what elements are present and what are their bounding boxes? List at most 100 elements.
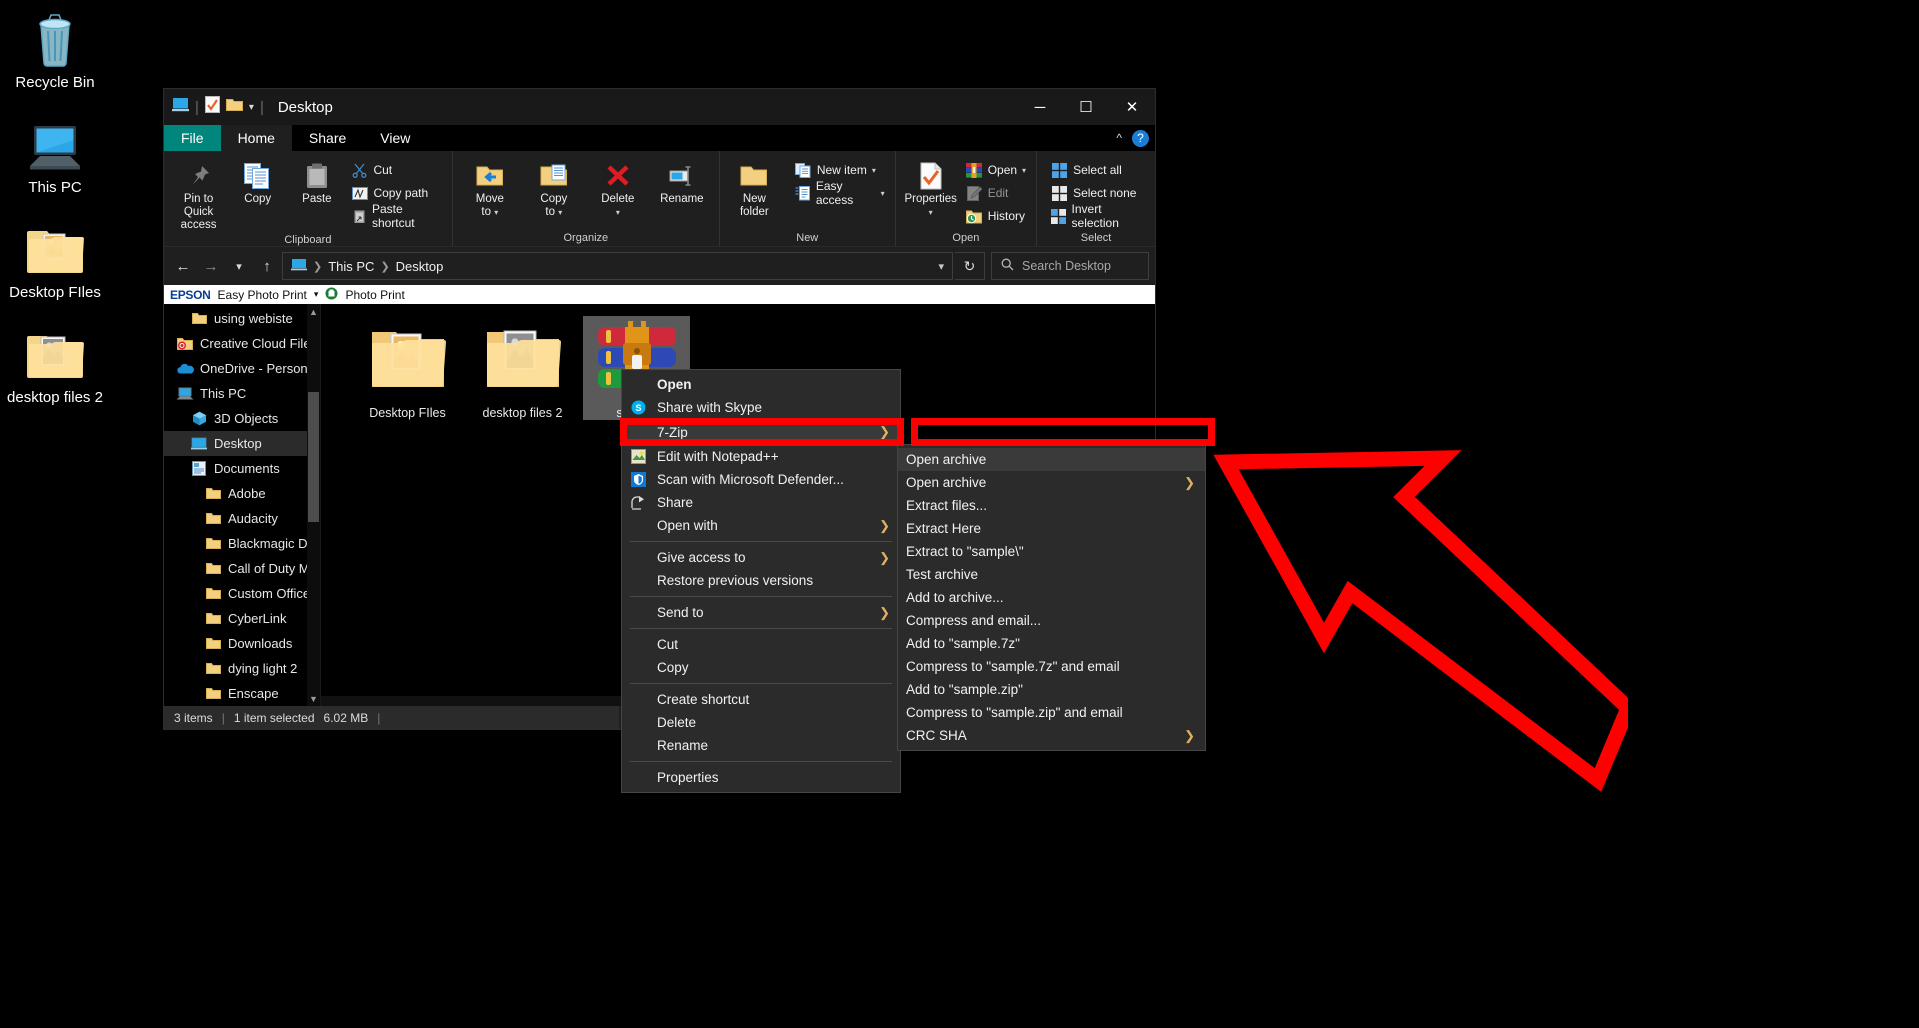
minimize-button[interactable]: ─ — [1017, 89, 1063, 125]
desktop-icon-recycle-bin[interactable]: Recycle Bin — [0, 5, 110, 92]
nav-item-downloads[interactable]: Downloads — [164, 631, 320, 656]
back-arrow-icon[interactable]: ← — [170, 253, 196, 279]
search-input[interactable]: Search Desktop — [991, 252, 1149, 280]
submenu-item-compress-to-sample-zip-and-email[interactable]: Compress to "sample.zip" and email — [898, 701, 1205, 724]
submenu-item-extract-to-folder[interactable]: Extract to "sample\" — [898, 540, 1205, 563]
close-button[interactable]: ✕ — [1109, 89, 1155, 125]
nav-item-cyberlink[interactable]: CyberLink — [164, 606, 320, 631]
help-icon[interactable]: ? — [1132, 130, 1149, 147]
submenu-item-open-archive-selected[interactable]: Open archive — [898, 448, 1205, 471]
submenu-item-compress-and-email[interactable]: Compress and email... — [898, 609, 1205, 632]
up-arrow-icon[interactable]: ↑ — [254, 253, 280, 279]
copy-button[interactable]: Copy — [229, 155, 286, 206]
nav-item-audacity[interactable]: Audacity — [164, 506, 320, 531]
nav-item-using-webiste[interactable]: using webiste — [164, 306, 320, 331]
properties-button[interactable]: Properties▾ — [902, 155, 960, 219]
paste-shortcut-button[interactable]: Paste shortcut — [347, 206, 445, 226]
submenu-item-crc-sha[interactable]: CRC SHA ❯ — [898, 724, 1205, 747]
caret-icon[interactable]: ▾ — [872, 166, 876, 175]
history-button[interactable]: History — [962, 206, 1030, 226]
tab-view[interactable]: View — [363, 125, 427, 151]
context-menu[interactable]: Open S Share with Skype 7-Zip ❯ Edit wit… — [621, 369, 901, 793]
new-item-button[interactable]: New item ▾ — [791, 160, 889, 180]
caret-icon[interactable]: ▾ — [881, 189, 885, 198]
context-menu-item-edit-with-notepadpp[interactable]: Edit with Notepad++ — [622, 445, 900, 468]
submenu-item-add-to-archive[interactable]: Add to archive... — [898, 586, 1205, 609]
desktop-icon-this-pc[interactable]: This PC — [0, 110, 110, 197]
nav-item-adobe[interactable]: Adobe — [164, 481, 320, 506]
context-menu-item-send-to[interactable]: Send to ❯ — [622, 601, 900, 624]
select-none-button[interactable]: Select none — [1047, 183, 1149, 203]
scrollbar-thumb[interactable] — [308, 392, 319, 522]
breadcrumb-desktop[interactable]: Desktop — [396, 259, 444, 274]
nav-item-enscape[interactable]: Enscape — [164, 681, 320, 706]
refresh-icon[interactable]: ↻ — [955, 252, 985, 280]
submenu-item-test-archive[interactable]: Test archive — [898, 563, 1205, 586]
desktop-icon-desktop-files[interactable]: Desktop FIles — [0, 215, 110, 302]
submenu-item-add-to-sample-7z[interactable]: Add to "sample.7z" — [898, 632, 1205, 655]
context-menu-item-7-zip[interactable]: 7-Zip ❯ — [622, 419, 900, 445]
context-menu-item-open-with[interactable]: Open with ❯ — [622, 514, 900, 537]
context-menu-item-restore-previous-versions[interactable]: Restore previous versions — [622, 569, 900, 592]
submenu-item-add-to-sample-zip[interactable]: Add to "sample.zip" — [898, 678, 1205, 701]
file-item-desktop-files[interactable]: Desktop FIles — [354, 316, 461, 420]
nav-item-creative-cloud-files[interactable]: Creative Cloud File — [164, 331, 320, 356]
context-menu-item-open[interactable]: Open — [622, 373, 900, 396]
copy-to-button[interactable]: Copyto ▾ — [523, 155, 585, 219]
navigation-pane-scrollbar[interactable]: ▲ ▼ — [307, 304, 320, 706]
tab-share[interactable]: Share — [292, 125, 363, 151]
caret-icon[interactable]: ▾ — [1022, 166, 1026, 175]
easy-access-button[interactable]: Easy access ▾ — [791, 183, 889, 203]
scroll-up-chevron-icon[interactable]: ▲ — [307, 304, 320, 319]
recent-locations-chevron-down-icon[interactable]: ▾ — [226, 253, 252, 279]
context-menu-item-rename[interactable]: Rename — [622, 734, 900, 757]
nav-item-custom-office[interactable]: Custom Office — [164, 581, 320, 606]
new-folder-button[interactable]: Newfolder — [726, 155, 783, 219]
caret-icon[interactable]: ▾ — [558, 208, 562, 217]
context-menu-item-cut[interactable]: Cut — [622, 633, 900, 656]
breadcrumb[interactable]: ❯ This PC ❯ Desktop ▾ — [282, 252, 953, 280]
context-menu-item-give-access-to[interactable]: Give access to ❯ — [622, 546, 900, 569]
desktop-icon-desktop-files-2[interactable]: desktop files 2 — [0, 320, 110, 407]
nav-item-onedrive-personal[interactable]: OneDrive - Person — [164, 356, 320, 381]
context-menu-item-create-shortcut[interactable]: Create shortcut — [622, 688, 900, 711]
submenu-item-compress-to-sample-7z-and-email[interactable]: Compress to "sample.7z" and email — [898, 655, 1205, 678]
qat-new-folder-icon[interactable] — [226, 98, 243, 117]
move-to-button[interactable]: Moveto ▾ — [459, 155, 521, 219]
paste-button[interactable]: Paste — [288, 155, 345, 206]
epson-caret-icon[interactable]: ▾ — [314, 289, 319, 300]
tab-home[interactable]: Home — [221, 125, 292, 151]
tab-file[interactable]: File — [164, 125, 221, 151]
context-menu-item-share-with-skype[interactable]: S Share with Skype — [622, 396, 900, 419]
nav-item-3d-objects[interactable]: 3D Objects — [164, 406, 320, 431]
context-menu-item-scan-with-microsoft-defender[interactable]: Scan with Microsoft Defender... — [622, 468, 900, 491]
select-all-button[interactable]: Select all — [1047, 160, 1149, 180]
nav-item-call-of-duty-modern[interactable]: Call of Duty Mo — [164, 556, 320, 581]
submenu-item-open-archive[interactable]: Open archive ❯ — [898, 471, 1205, 494]
submenu-item-extract-files[interactable]: Extract files... — [898, 494, 1205, 517]
rename-button[interactable]: Rename — [651, 155, 713, 206]
file-item-desktop-files-2[interactable]: desktop files 2 — [469, 316, 576, 420]
nav-item-documents[interactable]: Documents — [164, 456, 320, 481]
seven-zip-submenu[interactable]: Open archive Open archive ❯ Extract file… — [897, 444, 1206, 751]
open-button[interactable]: Open ▾ — [962, 160, 1030, 180]
invert-selection-button[interactable]: Invert selection — [1047, 206, 1149, 226]
caret-icon[interactable]: ▾ — [494, 208, 498, 217]
breadcrumb-this-pc[interactable]: This PC — [328, 259, 374, 274]
submenu-item-extract-here[interactable]: Extract Here — [898, 517, 1205, 540]
delete-button[interactable]: Delete▾ — [587, 155, 649, 219]
chevron-up-icon[interactable]: ^ — [1116, 131, 1122, 145]
address-dropdown-chevron-down-icon[interactable]: ▾ — [938, 260, 944, 273]
nav-item-blackmagic-design[interactable]: Blackmagic De — [164, 531, 320, 556]
forward-arrow-icon[interactable]: → — [198, 253, 224, 279]
context-menu-item-properties[interactable]: Properties — [622, 766, 900, 789]
context-menu-item-share[interactable]: Share — [622, 491, 900, 514]
epson-easy-photo-print-label[interactable]: Easy Photo Print — [218, 288, 307, 302]
maximize-button[interactable]: ☐ — [1063, 89, 1109, 125]
qat-customize-caret-icon[interactable]: ▾ — [249, 102, 254, 113]
pin-to-quick-access-button[interactable]: Pin to Quickaccess — [170, 155, 227, 232]
caret-icon[interactable]: ▾ — [929, 208, 933, 217]
cut-button[interactable]: Cut — [347, 160, 445, 180]
qat-this-pc-icon[interactable] — [172, 97, 189, 117]
copy-path-button[interactable]: Copy path — [347, 183, 445, 203]
